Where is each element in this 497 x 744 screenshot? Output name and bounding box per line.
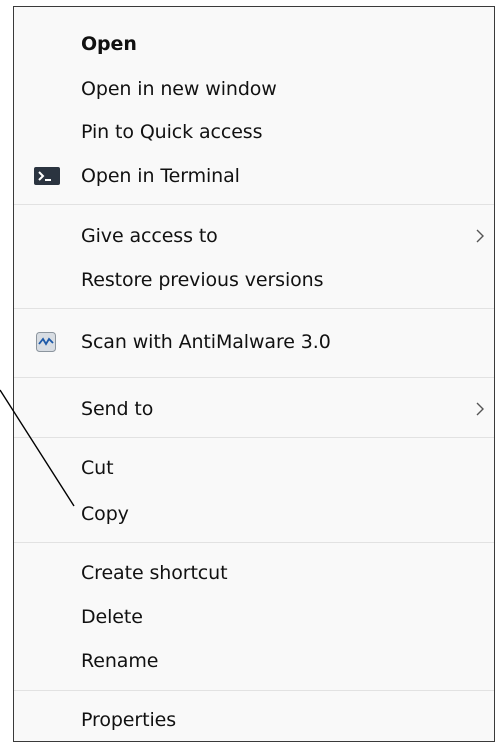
menu-item-label: Delete [81,606,143,628]
menu-separator [14,308,494,309]
terminal-icon [34,166,60,186]
menu-item-pin-to-quick-access[interactable]: Pin to Quick access [14,112,494,152]
chevron-right-icon [474,401,486,417]
menu-item-label: Open in new window [81,78,277,100]
menu-separator [14,437,494,438]
menu-item-open-in-terminal[interactable]: Open in Terminal [14,156,494,196]
menu-item-label: Pin to Quick access [81,121,263,143]
menu-item-properties[interactable]: Properties [14,700,494,740]
menu-item-open-in-new-window[interactable]: Open in new window [14,69,494,109]
menu-item-give-access-to[interactable]: Give access to [14,216,494,256]
menu-item-copy[interactable]: Copy [14,494,494,534]
menu-item-open[interactable]: Open [14,24,494,64]
menu-item-rename[interactable]: Rename [14,641,494,681]
menu-item-label: Scan with AntiMalware 3.0 [81,331,331,353]
menu-separator [14,690,494,691]
menu-item-cut[interactable]: Cut [14,448,494,488]
context-menu: Open Open in new window Pin to Quick acc… [13,6,495,742]
menu-item-label: Give access to [81,225,218,247]
menu-item-label: Open [81,33,137,55]
menu-item-delete[interactable]: Delete [14,597,494,637]
chevron-right-icon [474,228,486,244]
menu-item-label: Open in Terminal [81,165,240,187]
menu-item-label: Properties [81,709,177,731]
menu-item-create-shortcut[interactable]: Create shortcut [14,553,494,593]
menu-item-scan-with-antimalware[interactable]: Scan with AntiMalware 3.0 [14,322,494,362]
menu-item-label: Cut [81,457,114,479]
menu-item-restore-previous-versions[interactable]: Restore previous versions [14,260,494,300]
menu-item-label: Restore previous versions [81,269,324,291]
menu-item-label: Send to [81,398,154,420]
menu-item-label: Create shortcut [81,562,228,584]
antimalware-icon [36,332,56,352]
menu-item-send-to[interactable]: Send to [14,389,494,429]
menu-item-label: Copy [81,503,129,525]
menu-item-label: Rename [81,650,159,672]
menu-separator [14,204,494,205]
menu-separator [14,542,494,543]
menu-separator [14,377,494,378]
